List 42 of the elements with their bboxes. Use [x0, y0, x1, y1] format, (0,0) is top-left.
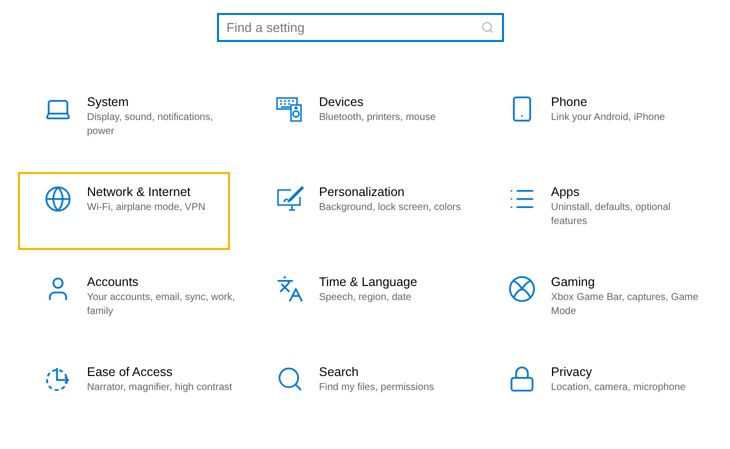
category-title: Personalization: [319, 184, 406, 201]
lock-icon: [508, 365, 536, 393]
category-description: Xbox Game Bar, captures, Game Mode: [551, 291, 700, 319]
category-title: Network & Internet: [87, 184, 192, 201]
category-description: Your accounts, email, sync, work, family: [87, 291, 236, 319]
category-description: Bluetooth, printers, mouse: [319, 111, 437, 125]
monitor-brush-icon: [276, 185, 304, 213]
category-title: Accounts: [87, 274, 140, 291]
search-icon: [480, 21, 494, 34]
settings-category[interactable]: Network & Internet Wi-Fi, airplane mode, VPN: [18, 172, 230, 250]
category-title: Ease of Access: [87, 364, 174, 381]
category-title: Devices: [319, 94, 364, 111]
settings-category[interactable]: Devices Bluetooth, printers, mouse: [250, 82, 462, 160]
keyboard-speaker-icon: [276, 95, 304, 123]
category-description: Find my files, permissions: [319, 381, 436, 395]
category-title: Gaming: [551, 274, 596, 291]
category-description: Location, camera, microphone: [551, 381, 687, 395]
language-icon: [276, 275, 304, 303]
category-description: Speech, region, date: [319, 291, 412, 305]
settings-category[interactable]: Privacy Location, camera, microphone: [482, 352, 694, 430]
settings-category[interactable]: Apps Uninstall, defaults, optional features: [482, 172, 694, 250]
category-title: Phone: [551, 94, 588, 111]
category-description: Wi-Fi, airplane mode, VPN: [87, 201, 206, 215]
category-title: Apps: [551, 184, 580, 201]
settings-category[interactable]: Time & Language Speech, region, date: [250, 262, 462, 340]
search-field[interactable]: Find a setting: [216, 13, 504, 42]
globe-icon: [44, 185, 72, 213]
category-description: Uninstall, defaults, optional features: [551, 201, 672, 229]
settings-category[interactable]: Search Find my files, permissions: [250, 352, 462, 430]
category-description: Link your Android, iPhone: [551, 111, 666, 125]
x-circle-icon: [508, 275, 536, 303]
category-title: System: [87, 94, 130, 111]
dashed-clock-icon: [44, 365, 72, 393]
settings-category[interactable]: Personalization Background, lock screen, colors: [250, 172, 462, 250]
magnifier-icon: [276, 365, 304, 393]
category-description: Background, lock screen, colors: [319, 201, 462, 215]
category-title: Time & Language: [319, 274, 418, 291]
settings-category[interactable]: System Display, sound, notifications, power: [18, 82, 230, 160]
category-title: Privacy: [551, 364, 593, 381]
category-title: Search: [319, 364, 360, 381]
settings-category[interactable]: Phone Link your Android, iPhone: [482, 82, 694, 160]
category-description: Display, sound, notifications, power: [87, 111, 214, 139]
